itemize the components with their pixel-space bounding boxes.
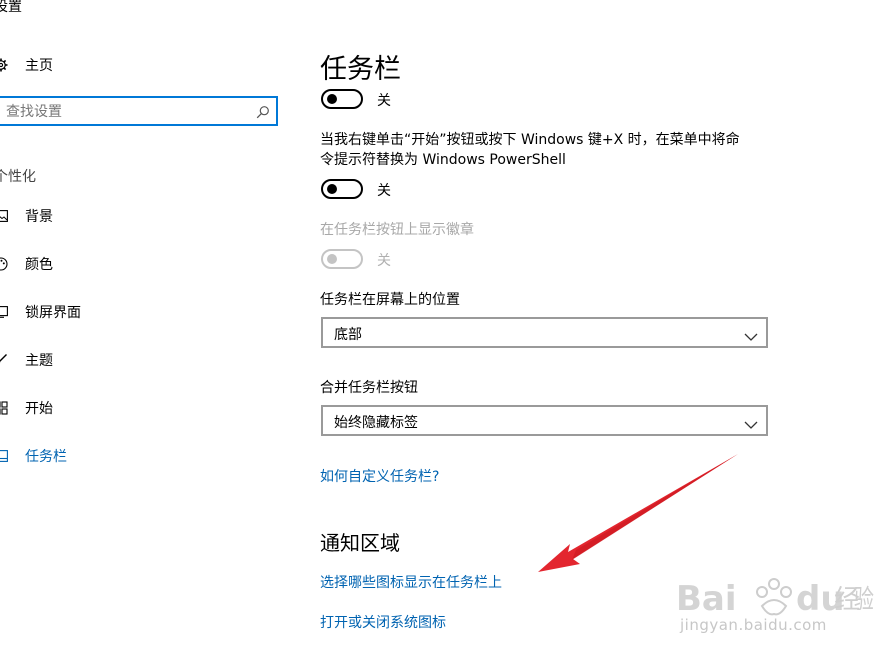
window-title: 设置 xyxy=(0,0,22,15)
search-box[interactable] xyxy=(0,96,278,126)
palette-icon xyxy=(0,256,8,272)
sidebar-item-label: 任务栏 xyxy=(25,449,67,465)
gear-icon xyxy=(0,57,8,73)
description-line: 令提示符替换为 Windows PowerShell xyxy=(320,152,566,168)
system-icons-link[interactable]: 打开或关闭系统图标 xyxy=(320,612,446,632)
sidebar-item-label: 背景 xyxy=(25,209,53,225)
taskbar-position-dropdown[interactable]: 底部 xyxy=(321,317,768,348)
brush-icon xyxy=(0,352,8,368)
toggle-knob xyxy=(327,94,337,104)
search-input[interactable] xyxy=(6,102,246,122)
svg-text:验: 验 xyxy=(854,585,874,615)
toggle-knob xyxy=(327,184,337,194)
sidebar-item-label: 开始 xyxy=(25,401,53,417)
combine-label: 合并任务栏按钮 xyxy=(320,380,418,396)
taskbar-icon xyxy=(0,448,8,464)
description-line: 当我右键单击“开始”按钮或按下 Windows 键+X 时，在菜单中将命 xyxy=(320,132,740,148)
toggle-switch[interactable] xyxy=(321,89,363,109)
chevron-down-icon xyxy=(744,327,758,346)
powershell-toggle[interactable] xyxy=(321,179,363,199)
toggle-state-label: 关 xyxy=(377,93,391,109)
start-menu-icon xyxy=(0,400,8,416)
badges-toggle xyxy=(321,249,363,269)
sidebar-item-label: 主题 xyxy=(25,353,53,369)
chevron-down-icon xyxy=(744,415,758,434)
sidebar-item-label: 主页 xyxy=(25,58,53,74)
select-taskbar-icons-link[interactable]: 选择哪些图标显示在任务栏上 xyxy=(320,572,502,592)
position-label: 任务栏在屏幕上的位置 xyxy=(320,292,460,308)
combine-buttons-dropdown[interactable]: 始终隐藏标签 xyxy=(321,405,768,436)
toggle-state-label: 关 xyxy=(377,253,391,269)
customize-taskbar-link[interactable]: 如何自定义任务栏? xyxy=(320,466,439,486)
notification-area-heading: 通知区域 xyxy=(320,531,400,555)
toggle-knob xyxy=(327,254,337,264)
watermark-url: jingyan.baidu.com xyxy=(680,616,827,634)
svg-text:Bai: Bai xyxy=(676,579,737,619)
sidebar-group-header: 个性化 xyxy=(0,169,36,185)
dropdown-value: 底部 xyxy=(334,327,362,343)
dropdown-value: 始终隐藏标签 xyxy=(334,415,418,431)
lock-screen-icon xyxy=(0,304,8,320)
badges-setting-description: 在任务栏按钮上显示徽章 xyxy=(320,222,474,238)
toggle-state-label: 关 xyxy=(377,183,391,199)
picture-icon xyxy=(0,208,8,224)
baidu-jingyan-watermark-icon: Bai du 经 验 xyxy=(676,578,874,619)
powershell-setting-description: 当我右键单击“开始”按钮或按下 Windows 键+X 时，在菜单中将命 令提示… xyxy=(320,130,770,170)
annotation-arrow-icon xyxy=(538,454,738,572)
sidebar-item-label: 锁屏界面 xyxy=(25,305,81,321)
page-title: 任务栏 xyxy=(320,54,401,85)
search-icon[interactable] xyxy=(256,104,270,123)
sidebar-item-label: 颜色 xyxy=(25,257,53,273)
